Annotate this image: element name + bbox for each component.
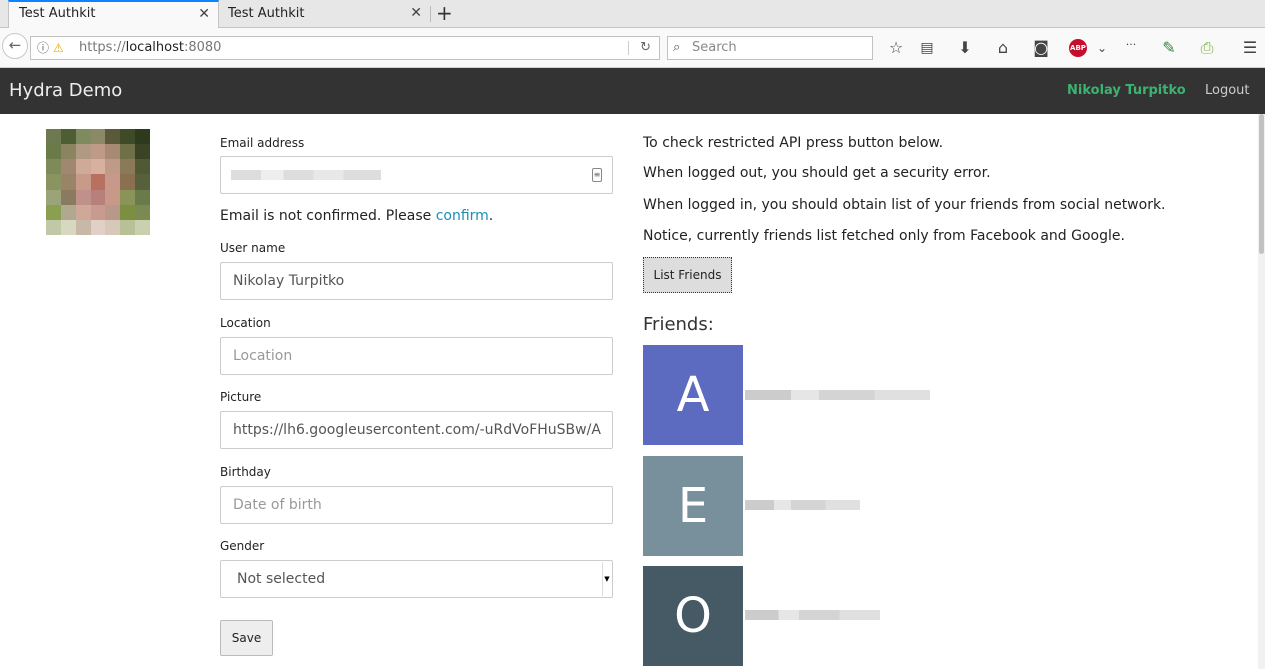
email-field[interactable]: ≡ [220, 156, 613, 194]
email-label: Email address [220, 136, 305, 150]
save-button[interactable]: Save [220, 620, 273, 656]
email-notice: Email is not confirmed. Please confirm. [220, 208, 494, 224]
reading-list-icon[interactable]: ▤ [917, 39, 937, 57]
url-divider [628, 41, 629, 55]
tab-title: Test Authkit [19, 6, 96, 21]
username-field[interactable]: Nikolay Turpitko [220, 262, 613, 300]
download-icon[interactable]: ⬇ [955, 39, 975, 57]
location-label: Location [220, 316, 271, 330]
app-brand[interactable]: Hydra Demo [9, 68, 122, 114]
browser-tab-2[interactable]: Test Authkit ✕ [218, 0, 430, 28]
browser-tab-1[interactable]: Test Authkit ✕ [8, 0, 219, 28]
gender-select[interactable]: Not selected ▼ [220, 560, 613, 598]
username-label: User name [220, 241, 286, 255]
redacted-friend-name [745, 500, 860, 510]
warning-lock-icon[interactable]: ⚠ [53, 37, 64, 59]
url-text: https://localhost:8080 [79, 40, 222, 55]
friend-avatar: E [643, 456, 743, 556]
extension-icon[interactable]: ··· [1121, 36, 1141, 54]
tab-title: Test Authkit [228, 6, 305, 21]
page-scrollbar[interactable] [1258, 114, 1265, 669]
info-line: To check restricted API press button bel… [643, 135, 944, 151]
gender-label: Gender [220, 539, 265, 553]
birthday-field[interactable]: Date of birth [220, 486, 613, 524]
close-icon[interactable]: ✕ [410, 0, 422, 27]
redacted-friend-name [745, 610, 880, 620]
location-field[interactable]: Location [220, 337, 613, 375]
redacted-friend-name [745, 390, 930, 400]
search-placeholder: Search [692, 40, 737, 55]
browser-search-box[interactable]: ⌕ Search [667, 36, 873, 60]
info-icon[interactable]: ⓘ [37, 37, 49, 59]
contact-card-icon[interactable]: ≡ [592, 168, 602, 182]
menu-icon[interactable]: ☰ [1240, 39, 1260, 57]
new-tab-icon[interactable]: + [436, 0, 453, 26]
picture-url-field[interactable]: https://lh6.googleusercontent.com/-uRdVo… [220, 411, 613, 449]
adblock-icon[interactable]: ABP [1069, 39, 1087, 57]
browser-tab-bar: Test Authkit ✕ Test Authkit ✕ + [0, 0, 1265, 28]
friend-avatar: A [643, 345, 743, 445]
confirm-email-link[interactable]: confirm [436, 208, 489, 224]
translate-icon[interactable]: ✎ [1159, 39, 1179, 57]
search-icon: ⌕ [673, 40, 681, 55]
list-friends-button[interactable]: List Friends [643, 257, 732, 293]
printer-icon[interactable]: ⎙ [1197, 39, 1217, 57]
home-icon[interactable]: ⌂ [993, 39, 1013, 57]
back-arrow-icon[interactable]: ← [2, 33, 28, 59]
pocket-icon[interactable]: ◙ [1031, 39, 1051, 57]
tab-divider [430, 6, 431, 22]
redacted-email [231, 170, 381, 180]
app-header: Hydra Demo Nikolay Turpitko Logout [0, 68, 1265, 114]
info-line: Notice, currently friends list fetched o… [643, 228, 1125, 244]
scrollbar-thumb[interactable] [1259, 114, 1264, 254]
browser-toolbar: ← ⓘ ⚠ https://localhost:8080 ↻ ⌕ Search … [0, 28, 1265, 68]
friends-heading: Friends: [643, 314, 714, 335]
close-icon[interactable]: ✕ [198, 2, 210, 26]
chevron-down-icon[interactable]: ⌄ [1092, 39, 1112, 57]
picture-label: Picture [220, 390, 262, 404]
user-avatar [46, 129, 150, 235]
info-line: When logged in, you should obtain list o… [643, 197, 1166, 213]
user-name-link[interactable]: Nikolay Turpitko [1067, 68, 1186, 114]
reload-icon[interactable]: ↻ [640, 37, 651, 59]
bookmark-star-icon[interactable]: ☆ [886, 39, 906, 57]
birthday-label: Birthday [220, 465, 271, 479]
chevron-down-icon[interactable]: ▼ [602, 562, 611, 596]
friend-avatar: O [643, 566, 743, 666]
url-bar[interactable]: ⓘ ⚠ https://localhost:8080 ↻ [30, 36, 660, 60]
gender-selected-value: Not selected [237, 571, 326, 587]
logout-link[interactable]: Logout [1205, 68, 1250, 114]
info-line: When logged out, you should get a securi… [643, 165, 991, 181]
